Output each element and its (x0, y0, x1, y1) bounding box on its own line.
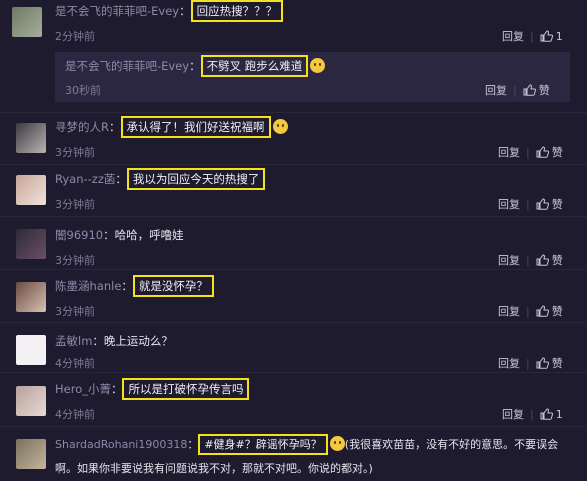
comment-text-continued: 啊。如果你非要说我有问题说我不对，那就不对吧。你说的都对。) (55, 462, 373, 475)
avatar[interactable] (16, 229, 46, 259)
comment-text: 就是没怀孕？ (132, 275, 214, 297)
reply-button[interactable]: 回复 (498, 146, 520, 159)
divider (0, 269, 587, 270)
comment-text: 所以是打破怀孕传言吗 (122, 378, 250, 400)
avatar[interactable] (12, 7, 42, 37)
like-button[interactable]: 赞 (536, 357, 563, 370)
avatar[interactable] (16, 439, 46, 469)
divider (0, 164, 587, 165)
divider (0, 112, 587, 113)
like-button[interactable]: 赞 (536, 305, 563, 318)
timestamp: 3分钟前 (55, 305, 95, 318)
like-button[interactable]: 赞 (536, 146, 563, 159)
like-button[interactable]: 赞 (536, 198, 563, 211)
timestamp: 2分钟前 (55, 30, 95, 43)
timestamp: 4分钟前 (55, 408, 95, 421)
like-button[interactable]: 1 (540, 30, 563, 43)
thumb-up-icon (540, 408, 553, 420)
divider (0, 216, 587, 217)
timestamp: 3分钟前 (55, 198, 95, 211)
divider (0, 372, 587, 373)
emoji-icon (329, 436, 345, 451)
timestamp: 4分钟前 (55, 357, 95, 370)
comment-text: 哈哈，呼噜娃 (114, 228, 184, 242)
thumb-up-icon (536, 305, 549, 317)
username-link[interactable]: 孟敏lm (55, 334, 92, 348)
thumb-up-icon (536, 146, 549, 158)
thumb-up-icon (536, 254, 549, 266)
like-button[interactable]: 1 (540, 408, 563, 421)
username-link[interactable]: 是不会飞的菲菲吧-Evey (65, 59, 189, 73)
divider (0, 322, 587, 323)
username-link[interactable]: ShardadRohani1900318 (55, 438, 187, 451)
thumb-up-icon (536, 198, 549, 210)
username-link[interactable]: 闇96910 (55, 228, 103, 242)
avatar[interactable] (16, 335, 46, 365)
reply-button[interactable]: 回复 (502, 30, 524, 43)
thumb-up-icon (540, 30, 553, 42)
avatar[interactable] (16, 175, 46, 205)
reply-button[interactable]: 回复 (498, 357, 520, 370)
reply-thread: 是不会飞的菲菲吧-Evey： 不劈叉 跑步么难道 30秒前 回复 | 赞 (55, 52, 570, 102)
emoji-icon (272, 119, 288, 134)
username-link[interactable]: Ryan--zz菡 (55, 172, 115, 186)
avatar[interactable] (16, 123, 46, 153)
thumb-up-icon (523, 84, 536, 96)
emoji-icon (310, 58, 326, 73)
reply-button[interactable]: 回复 (498, 305, 520, 318)
timestamp: 3分钟前 (55, 146, 95, 159)
comment-text: 承认得了！我们好送祝福啊 (120, 116, 271, 138)
thumb-up-icon (536, 357, 549, 369)
comment-text: #健身#？辟谣怀孕吗？ (198, 434, 328, 455)
divider (0, 426, 587, 427)
avatar[interactable] (16, 282, 46, 312)
username-link[interactable]: 陈墨涵hanle (55, 279, 121, 293)
comment-text: 晚上运动么？ (103, 334, 173, 348)
reply-button[interactable]: 回复 (502, 408, 524, 421)
reply-button[interactable]: 回复 (485, 84, 507, 97)
timestamp: 30秒前 (65, 84, 101, 97)
like-button[interactable]: 赞 (536, 254, 563, 267)
comment-text: 回应热搜？？？ (190, 0, 284, 22)
comment-text: 我以为回应今天的热搜了 (126, 168, 266, 190)
username-link[interactable]: Hero_小菁 (55, 382, 111, 396)
comment-text: 不劈叉 跑步么难道 (200, 55, 309, 77)
username-link[interactable]: 寻梦的人R (55, 120, 109, 134)
username-link[interactable]: 是不会飞的菲菲吧-Evey (55, 4, 179, 18)
timestamp: 3分钟前 (55, 254, 95, 267)
reply-button[interactable]: 回复 (498, 198, 520, 211)
reply-button[interactable]: 回复 (498, 254, 520, 267)
avatar[interactable] (16, 386, 46, 416)
like-button[interactable]: 赞 (523, 84, 550, 97)
